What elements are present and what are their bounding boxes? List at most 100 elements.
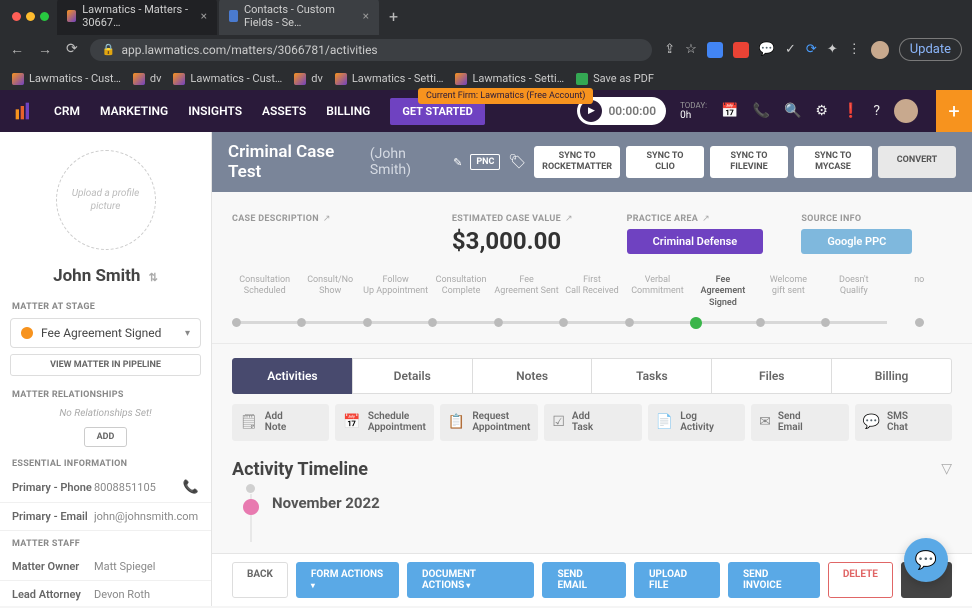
footer-button[interactable]: FORM ACTIONS bbox=[296, 562, 399, 598]
action-button[interactable]: ✉SendEmail bbox=[751, 404, 848, 441]
nav-insights[interactable]: INSIGHTS bbox=[188, 104, 242, 118]
add-relationship-button[interactable]: ADD bbox=[84, 427, 128, 447]
stage-label[interactable]: ConsultationComplete bbox=[428, 275, 493, 309]
nav-assets[interactable]: ASSETS bbox=[262, 104, 306, 118]
stage-dot[interactable] bbox=[821, 318, 830, 327]
menu-icon[interactable]: ⋮ bbox=[848, 42, 861, 57]
logo[interactable] bbox=[14, 101, 34, 121]
call-icon[interactable]: 📞 bbox=[183, 480, 199, 495]
update-button[interactable]: Update bbox=[899, 38, 962, 61]
alert-icon[interactable]: ❗ bbox=[842, 103, 859, 119]
ext-icon[interactable] bbox=[707, 42, 723, 58]
stage-label[interactable]: FeeAgreement Sent bbox=[494, 275, 559, 309]
extensions-icon[interactable]: ✦ bbox=[827, 42, 838, 57]
swap-icon[interactable]: ⇅ bbox=[149, 271, 158, 284]
tab-activities[interactable]: Activities bbox=[232, 358, 353, 394]
close-icon[interactable]: × bbox=[363, 9, 369, 23]
star-icon[interactable]: ☆ bbox=[685, 42, 697, 57]
stage-label[interactable]: FirstCall Received bbox=[559, 275, 624, 309]
bookmark[interactable]: dv bbox=[294, 72, 323, 85]
link-icon[interactable]: ↗ bbox=[565, 214, 573, 224]
action-button[interactable]: ☑AddTask bbox=[544, 404, 641, 441]
bookmark[interactable]: Lawmatics - Setti… bbox=[335, 72, 444, 85]
footer-button[interactable]: DOCUMENT ACTIONS bbox=[407, 562, 535, 598]
profile-picture-upload[interactable]: Upload a profile picture bbox=[56, 150, 156, 250]
tab-files[interactable]: Files bbox=[711, 358, 832, 394]
link-icon[interactable]: ↗ bbox=[702, 214, 710, 224]
tab-billing[interactable]: Billing bbox=[831, 358, 952, 394]
bookmark[interactable]: Lawmatics - Cust… bbox=[12, 72, 121, 85]
tag-icon[interactable]: 🏷 bbox=[508, 154, 526, 170]
stage-dot[interactable] bbox=[494, 318, 503, 327]
sync-button[interactable]: SYNC TOCLIO bbox=[626, 146, 704, 178]
sync-button[interactable]: SYNC TOMYCASE bbox=[794, 146, 872, 178]
sync-button[interactable]: SYNC TOROCKETMATTER bbox=[534, 146, 620, 178]
calendar-icon[interactable]: 📅 bbox=[721, 103, 738, 119]
url-field[interactable]: 🔒 app.lawmatics.com/matters/3066781/acti… bbox=[90, 39, 653, 61]
stage-label[interactable]: Doesn'tQualify bbox=[821, 275, 886, 309]
practice-area-pill[interactable]: Criminal Defense bbox=[627, 229, 764, 254]
convert-button[interactable]: CONVERT bbox=[878, 146, 956, 178]
stage-label[interactable]: ConsultationScheduled bbox=[232, 275, 297, 309]
help-icon[interactable]: ? bbox=[873, 103, 880, 119]
action-button[interactable]: 💬SMSChat bbox=[855, 404, 952, 441]
profile-avatar[interactable] bbox=[871, 41, 889, 59]
stage-label[interactable]: Welcomegift sent bbox=[756, 275, 821, 309]
back-button[interactable]: ← bbox=[10, 41, 24, 58]
tab-details[interactable]: Details bbox=[352, 358, 473, 394]
stage-dot[interactable] bbox=[297, 318, 306, 327]
bookmark[interactable]: dv bbox=[133, 72, 162, 85]
filter-icon[interactable]: ▽ bbox=[941, 461, 952, 477]
share-icon[interactable]: ⇪ bbox=[664, 42, 675, 57]
ext-icon[interactable] bbox=[733, 42, 749, 58]
view-pipeline-button[interactable]: VIEW MATTER IN PIPELINE bbox=[10, 354, 201, 376]
action-button[interactable]: 📅ScheduleAppointment bbox=[335, 404, 433, 441]
tab-tasks[interactable]: Tasks bbox=[591, 358, 712, 394]
close-icon[interactable]: × bbox=[201, 9, 207, 23]
stage-dot[interactable] bbox=[428, 318, 437, 327]
stage-select[interactable]: Fee Agreement Signed ▾ bbox=[10, 318, 201, 348]
new-tab-button[interactable]: + bbox=[381, 7, 406, 26]
action-button[interactable]: 📋RequestAppointment bbox=[440, 404, 538, 441]
action-button[interactable]: 📄LogActivity bbox=[648, 404, 745, 441]
ext-icon[interactable]: 💬 bbox=[759, 42, 775, 57]
sync-button[interactable]: SYNC TOFILEVINE bbox=[710, 146, 788, 178]
footer-button[interactable]: UPLOAD FILE bbox=[634, 562, 720, 598]
footer-button[interactable]: BACK bbox=[232, 562, 288, 598]
action-button[interactable]: 🗒AddNote bbox=[232, 404, 329, 441]
phone-icon[interactable]: 📞 bbox=[753, 103, 770, 119]
bookmark[interactable]: Lawmatics - Cust… bbox=[173, 72, 282, 85]
footer-button[interactable]: SEND EMAIL bbox=[542, 562, 625, 598]
link-icon[interactable]: ↗ bbox=[323, 214, 331, 224]
stage-dot[interactable] bbox=[915, 318, 924, 327]
tab-notes[interactable]: Notes bbox=[472, 358, 593, 394]
add-button[interactable]: + bbox=[936, 90, 972, 132]
footer-button[interactable]: SEND INVOICE bbox=[728, 562, 820, 598]
stage-dot[interactable] bbox=[756, 318, 765, 327]
ext-icon[interactable]: ⟳ bbox=[806, 42, 817, 57]
stage-dot[interactable] bbox=[232, 318, 241, 327]
gear-icon[interactable]: ⚙ bbox=[815, 103, 828, 119]
bookmark[interactable]: Lawmatics - Setti… bbox=[455, 72, 564, 85]
stage-label[interactable]: VerbalCommitment bbox=[625, 275, 690, 309]
stage-dot[interactable] bbox=[690, 317, 702, 329]
stage-label[interactable]: Consult/NoShow bbox=[297, 275, 362, 309]
help-fab[interactable]: 💬 bbox=[904, 538, 948, 582]
stage-dot[interactable] bbox=[363, 318, 372, 327]
footer-button[interactable]: DELETE bbox=[828, 562, 893, 598]
user-avatar[interactable] bbox=[894, 99, 918, 123]
forward-button[interactable]: → bbox=[38, 41, 52, 58]
browser-tab-1[interactable]: Lawmatics - Matters - 30667… × bbox=[57, 0, 217, 35]
stage-dot[interactable] bbox=[625, 318, 634, 327]
nav-crm[interactable]: CRM bbox=[54, 104, 80, 118]
stage-label[interactable]: no bbox=[887, 275, 952, 309]
stage-label[interactable]: FollowUp Appointment bbox=[363, 275, 428, 309]
bookmark[interactable]: Save as PDF bbox=[576, 72, 654, 85]
stage-dot[interactable] bbox=[559, 318, 568, 327]
search-icon[interactable]: 🔍 bbox=[784, 103, 801, 119]
browser-tab-2[interactable]: Contacts - Custom Fields - Se… × bbox=[219, 0, 379, 35]
stage-label[interactable]: FeeAgreement Signed bbox=[690, 275, 755, 309]
nav-marketing[interactable]: MARKETING bbox=[100, 104, 168, 118]
source-info-pill[interactable]: Google PPC bbox=[801, 229, 912, 254]
reload-button[interactable]: ⟳ bbox=[66, 41, 78, 58]
